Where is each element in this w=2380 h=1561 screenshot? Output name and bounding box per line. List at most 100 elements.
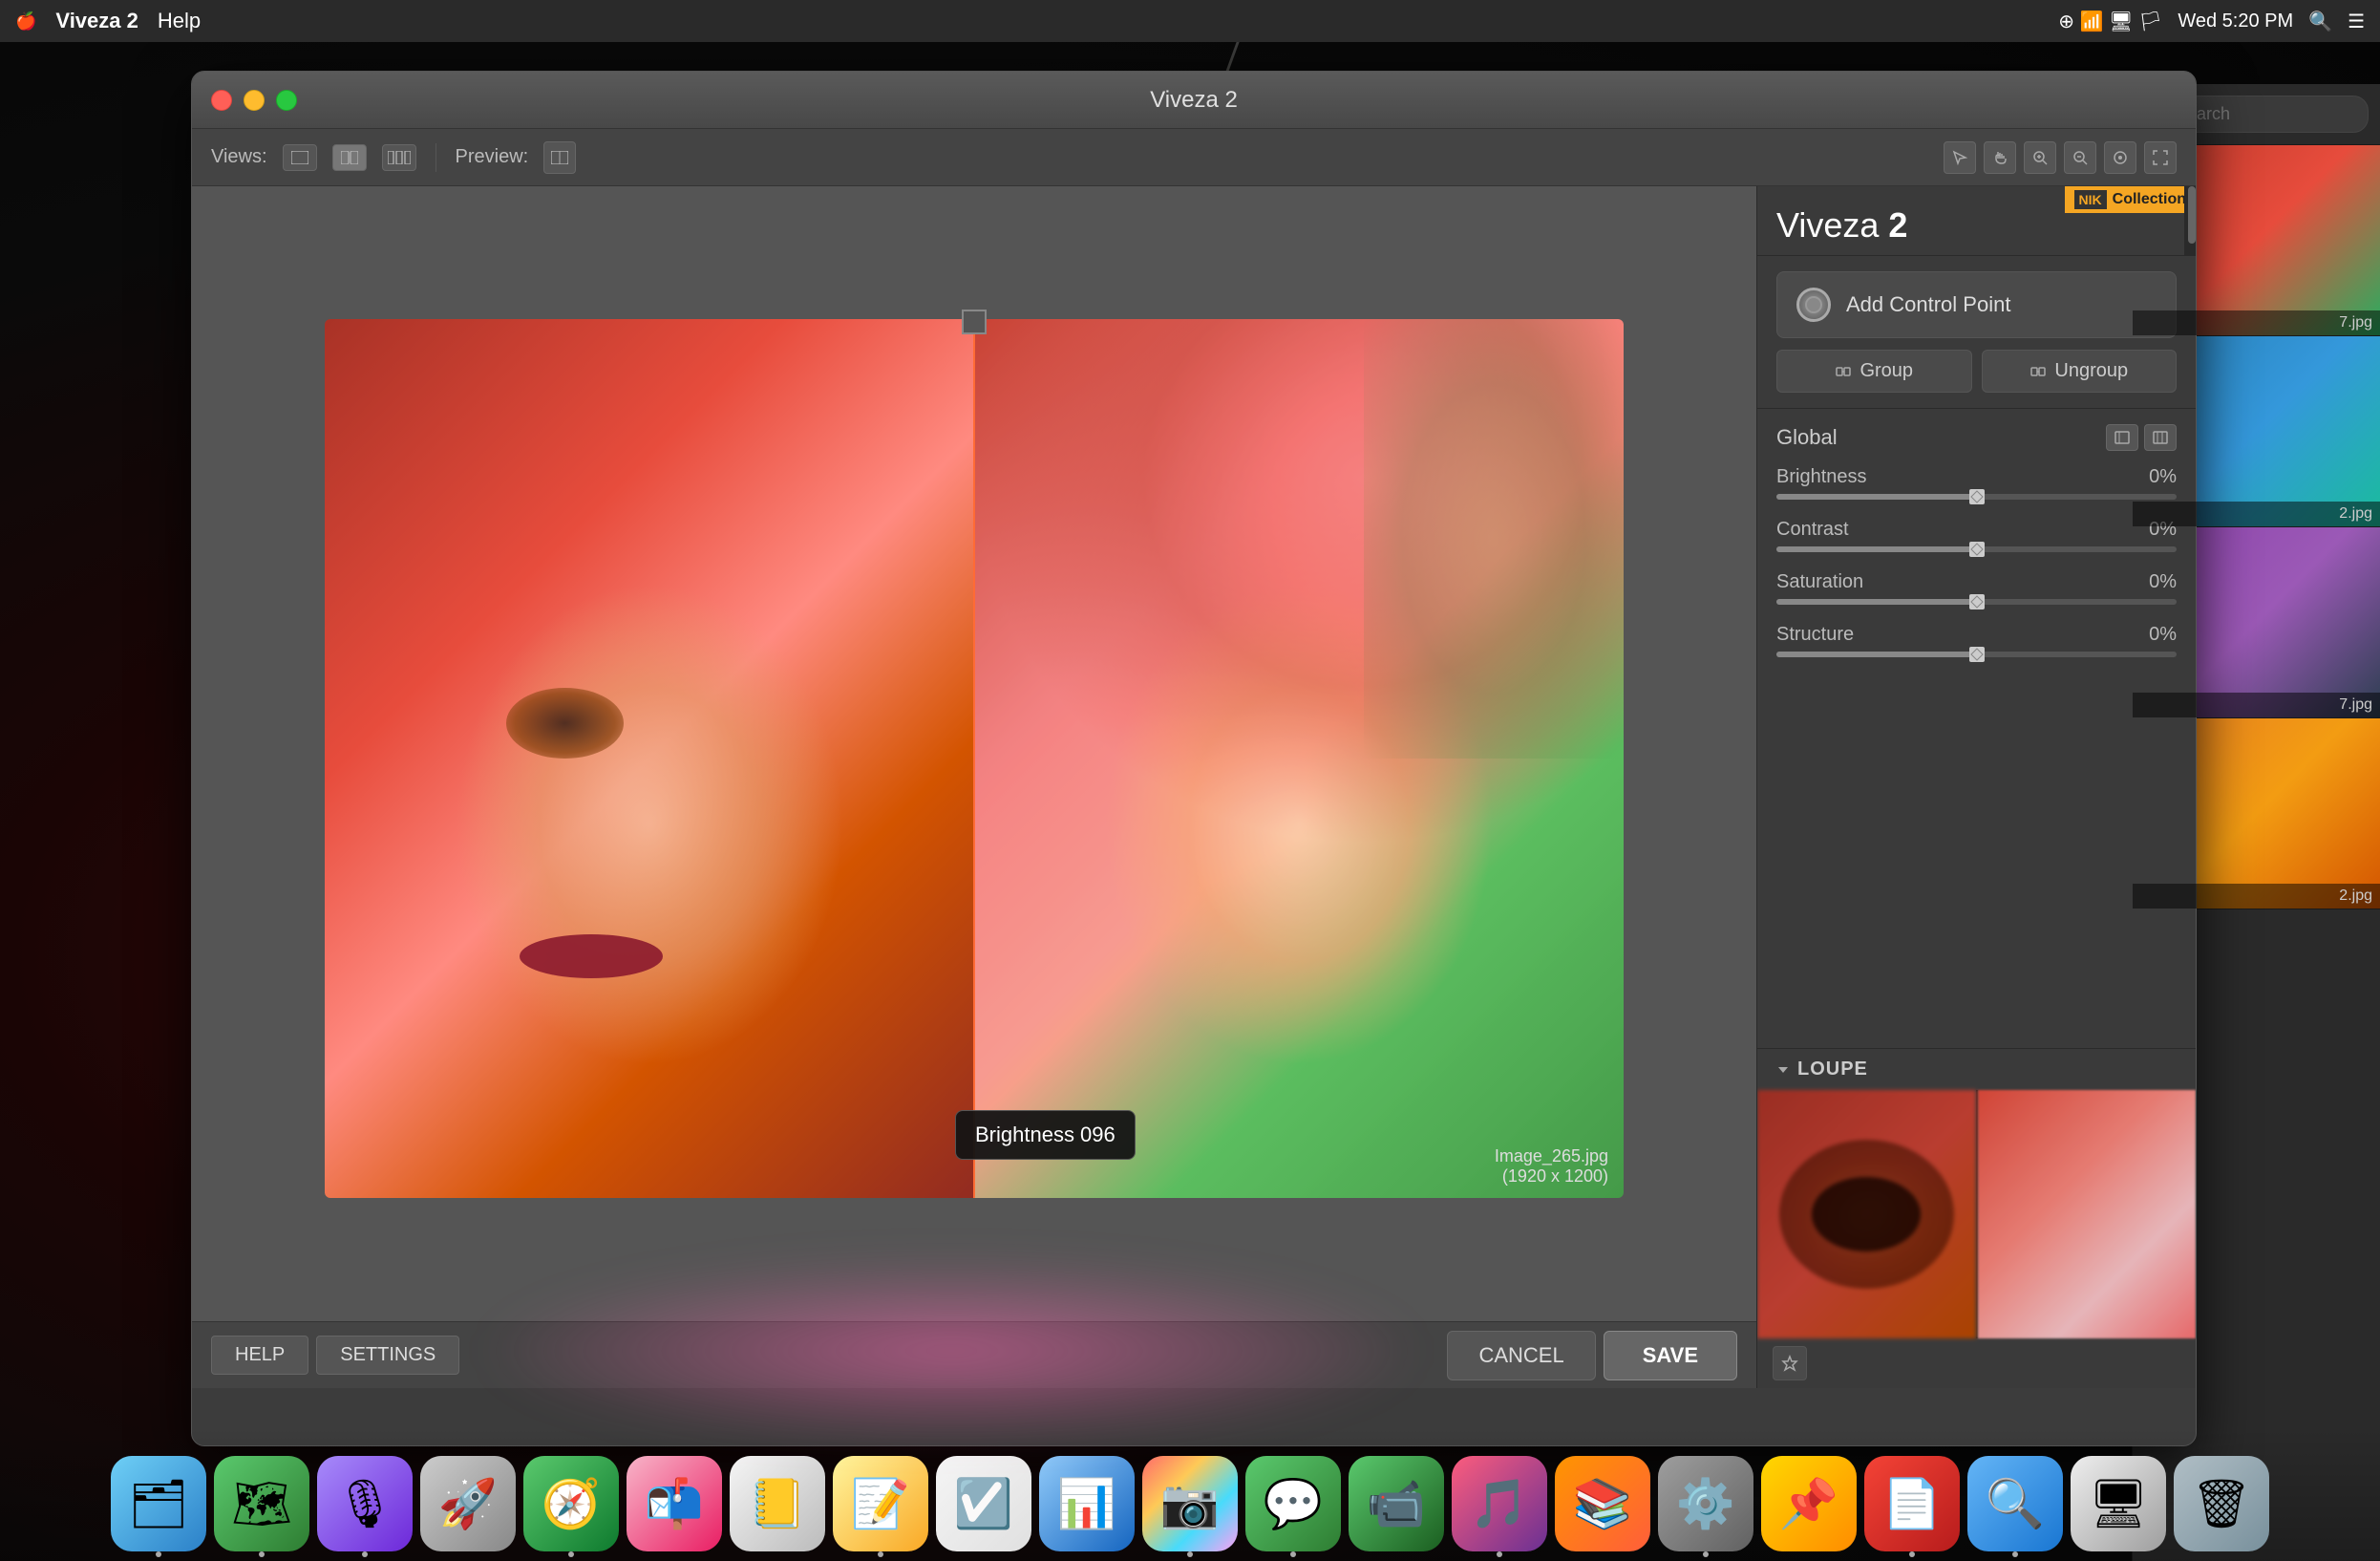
loupe-tool[interactable] xyxy=(2104,141,2136,174)
image-container: Image_265.jpg (1920 x 1200) xyxy=(325,319,1624,1198)
dock-item-sysprefs[interactable]: ⚙️ xyxy=(1658,1456,1753,1551)
saturation-label: Saturation xyxy=(1776,571,1863,593)
brightness-track[interactable] xyxy=(1776,494,2177,500)
dock-item-sendlater[interactable]: 📬 xyxy=(627,1456,722,1551)
cancel-button[interactable]: CANCEL xyxy=(1447,1331,1595,1380)
canvas-bottom-toolbar: HELP SETTINGS CANCEL SAVE xyxy=(192,1321,1756,1388)
loupe-footer xyxy=(1757,1338,2196,1388)
dock-item-finder2[interactable]: 🖥 xyxy=(2071,1456,2166,1551)
arrow-tool[interactable] xyxy=(1944,141,1976,174)
dock-item-acrobat[interactable]: 📄 xyxy=(1864,1456,1960,1551)
save-button[interactable]: SAVE xyxy=(1604,1331,1737,1380)
preview-icon-btn[interactable] xyxy=(543,141,576,174)
divider-handle[interactable] xyxy=(962,310,987,334)
global-icons xyxy=(2106,424,2177,451)
close-button[interactable] xyxy=(211,90,232,111)
contrast-row: Contrast 0% xyxy=(1776,519,2177,552)
portrait-left xyxy=(325,319,974,1198)
app-name[interactable]: Viveza 2 xyxy=(55,9,138,33)
saturation-row: Saturation 0% xyxy=(1776,571,2177,605)
help-button[interactable]: HELP xyxy=(211,1336,308,1375)
dock-item-maps[interactable]: 🗺 xyxy=(214,1456,309,1551)
dock-item-finder[interactable]: 🗂 xyxy=(111,1456,206,1551)
view-single-btn[interactable] xyxy=(283,144,317,171)
dock-item-rocket[interactable]: 🚀 xyxy=(420,1456,516,1551)
search-icon[interactable]: 🔍 xyxy=(2308,10,2332,33)
view-triple-btn[interactable] xyxy=(382,144,416,171)
dock-item-photos[interactable]: 📷 xyxy=(1142,1456,1238,1551)
nik-collection-badge: NIK Collection xyxy=(2065,186,2196,213)
app-window: Viveza 2 Views: Preview: xyxy=(191,71,2197,1446)
structure-fill xyxy=(1776,652,1977,657)
global-label: Global xyxy=(1776,425,1838,450)
zoom-in-tool[interactable] xyxy=(2024,141,2056,174)
global-section: Global Brightness xyxy=(1757,409,2196,1048)
dock-item-trash[interactable]: 🗑 xyxy=(2174,1456,2269,1551)
group-label: Group xyxy=(1859,360,1913,382)
contrast-fill xyxy=(1776,546,1977,552)
zoom-out-tool[interactable] xyxy=(2064,141,2096,174)
dock-item-safari[interactable]: 🧭 xyxy=(523,1456,619,1551)
global-icon-2[interactable] xyxy=(2144,424,2177,451)
global-icon-1[interactable] xyxy=(2106,424,2138,451)
ungroup-label: Ungroup xyxy=(2054,360,2128,382)
dock-item-capture[interactable]: 🔍 xyxy=(1967,1456,2063,1551)
dock-item-pasta[interactable]: 📌 xyxy=(1761,1456,1857,1551)
ungroup-button[interactable]: Ungroup xyxy=(1982,350,2178,393)
panel-title-bold: 2 xyxy=(1888,205,1907,245)
menubar-icons: ⊕ 📶 🖥 🏳 xyxy=(2058,10,2162,33)
loupe-star-button[interactable] xyxy=(1773,1346,1807,1380)
saturation-track[interactable] xyxy=(1776,599,2177,605)
nik-collection-label: Collection xyxy=(2113,191,2186,208)
film-thumb-2-label: 2.jpg xyxy=(2133,502,2380,526)
dock-item-notes[interactable]: 📝 xyxy=(833,1456,928,1551)
structure-row: Structure 0% xyxy=(1776,624,2177,657)
dock-item-facetime[interactable]: 📹 xyxy=(1349,1456,1444,1551)
add-control-point-label: Add Control Point xyxy=(1846,292,2010,317)
contrast-thumb[interactable] xyxy=(1969,542,1985,557)
split-divider[interactable] xyxy=(973,319,975,1198)
view-split-btn[interactable] xyxy=(332,144,367,171)
dock-item-siri[interactable]: 🎙 xyxy=(317,1456,413,1551)
dock-item-contacts[interactable]: 📒 xyxy=(730,1456,825,1551)
add-control-point-button[interactable]: Add Control Point xyxy=(1776,271,2177,338)
dock-item-messages[interactable]: 💬 xyxy=(1245,1456,1341,1551)
scrollbar-track[interactable] xyxy=(2184,186,2196,255)
brightness-thumb[interactable] xyxy=(1969,489,1985,504)
apple-menu[interactable]: 🍎 xyxy=(15,11,36,32)
loupe-images xyxy=(1757,1090,2196,1338)
panel-header: Viveza 2 NIK Collection xyxy=(1757,186,2196,256)
brightness-label: Brightness xyxy=(1776,466,1867,488)
dock: 🗂 🗺 🎙 🚀 🧭 📬 📒 📝 ☑️ 📊 📷 💬 📹 🎵 📚 ⚙️ 📌 📄 🔍 … xyxy=(0,1427,2380,1561)
hand-tool[interactable] xyxy=(1984,141,2016,174)
dock-item-reminders[interactable]: ☑️ xyxy=(936,1456,1031,1551)
help-menu[interactable]: Help xyxy=(158,9,201,33)
menu-icon[interactable]: ☰ xyxy=(2348,10,2365,33)
canvas-area: Image_265.jpg (1920 x 1200) HELP SETTING… xyxy=(192,186,1756,1388)
dock-item-books[interactable]: 📚 xyxy=(1555,1456,1650,1551)
right-panel: Viveza 2 NIK Collection xyxy=(1756,186,2196,1388)
clock: Wed 5:20 PM xyxy=(2178,11,2293,32)
minimize-button[interactable] xyxy=(244,90,265,111)
control-point-section: Add Control Point Group Ungroup xyxy=(1757,256,2196,409)
contrast-track[interactable] xyxy=(1776,546,2177,552)
structure-thumb[interactable] xyxy=(1969,647,1985,662)
structure-track[interactable] xyxy=(1776,652,2177,657)
dock-item-music[interactable]: 🎵 xyxy=(1452,1456,1547,1551)
nik-logo: NIK xyxy=(2074,190,2107,209)
dock-item-keynote[interactable]: 📊 xyxy=(1039,1456,1135,1551)
maximize-button[interactable] xyxy=(276,90,297,111)
scrollbar-thumb[interactable] xyxy=(2188,186,2196,244)
main-content: Image_265.jpg (1920 x 1200) HELP SETTING… xyxy=(192,186,2196,1388)
saturation-thumb[interactable] xyxy=(1969,594,1985,609)
film-thumb-3-label: 7.jpg xyxy=(2133,693,2380,717)
brightness-tooltip: Brightness 096 xyxy=(955,1110,1136,1160)
brightness-tooltip-label: Brightness 096 xyxy=(975,1123,1116,1146)
panel-title-light: Viveza xyxy=(1776,205,1888,245)
loupe-header[interactable]: LOUPE xyxy=(1757,1049,2196,1090)
brightness-fill xyxy=(1776,494,1977,500)
group-button[interactable]: Group xyxy=(1776,350,1972,393)
settings-button[interactable]: SETTINGS xyxy=(316,1336,459,1375)
fullscreen-tool[interactable] xyxy=(2144,141,2177,174)
loupe-title: LOUPE xyxy=(1797,1058,1868,1080)
